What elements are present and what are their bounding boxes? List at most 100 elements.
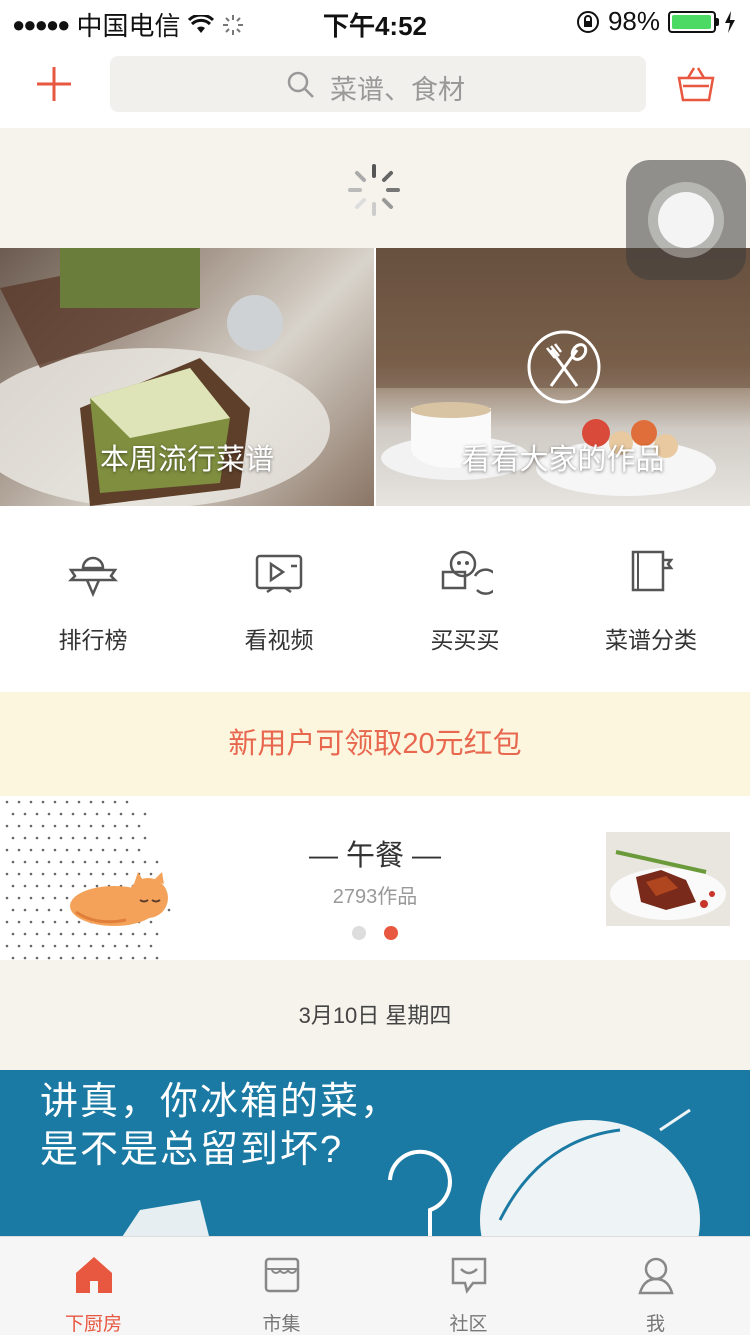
quick-item-video[interactable]: 看视频	[186, 546, 372, 655]
status-left: ●●●●● 中国电信	[12, 6, 244, 43]
pattern-dot	[101, 800, 105, 804]
pattern-dot	[101, 944, 105, 948]
article-illustration	[120, 1108, 700, 1240]
pattern-dot	[131, 812, 135, 816]
pattern-dot	[77, 800, 81, 804]
pattern-dot	[17, 920, 21, 924]
pattern-dot	[11, 932, 15, 936]
pattern-dot	[5, 824, 9, 828]
pattern-dot	[23, 956, 27, 960]
pattern-dot	[41, 824, 45, 828]
pattern-dot	[155, 956, 159, 960]
pattern-dot	[125, 824, 129, 828]
pattern-dot	[119, 812, 123, 816]
quick-menu: 排行榜 看视频 买买买 菜谱分类	[0, 506, 750, 692]
pattern-dot	[41, 920, 45, 924]
pattern-dot	[59, 812, 63, 816]
pattern-dot	[95, 812, 99, 816]
pattern-dot	[137, 824, 141, 828]
add-icon[interactable]	[36, 66, 72, 102]
quick-item-label: 菜谱分类	[605, 627, 697, 653]
battery-fill	[672, 14, 712, 29]
pattern-dot	[41, 800, 45, 804]
pattern-dot	[143, 956, 147, 960]
pattern-dot	[119, 956, 123, 960]
pattern-dot	[23, 932, 27, 936]
pattern-dot	[17, 800, 21, 804]
pattern-dot	[11, 956, 15, 960]
pattern-dot	[89, 944, 93, 948]
pattern-dot	[29, 824, 33, 828]
banner-community-works[interactable]: 看看大家的作品	[376, 248, 750, 506]
pattern-dot	[29, 944, 33, 948]
tab-community[interactable]: 社区	[375, 1237, 562, 1335]
battery-percent: 98%	[607, 6, 660, 36]
tab-me[interactable]: 我	[562, 1237, 749, 1335]
basket-icon[interactable]	[676, 66, 716, 102]
user-icon	[638, 1257, 674, 1295]
pattern-dot	[5, 944, 9, 948]
pattern-dot	[89, 800, 93, 804]
pattern-dot	[35, 812, 39, 816]
pattern-dot	[113, 800, 117, 804]
search-icon	[287, 71, 314, 98]
pattern-dot	[35, 932, 39, 936]
pattern-dot	[71, 812, 75, 816]
pattern-dot	[107, 956, 111, 960]
pattern-dot	[35, 908, 39, 912]
video-icon	[255, 554, 303, 594]
pattern-dot	[11, 908, 15, 912]
tab-kitchen[interactable]: 下厨房	[0, 1237, 187, 1335]
pattern-dot	[149, 944, 153, 948]
quick-item-category[interactable]: 菜谱分类	[558, 546, 744, 655]
search-input[interactable]: 菜谱、食材	[110, 56, 646, 112]
meal-card[interactable]: — 午餐 — 2793作品	[0, 796, 750, 960]
pattern-dot	[155, 932, 159, 936]
banner-label: 看看大家的作品	[461, 444, 665, 476]
quick-item-label: 买买买	[430, 627, 500, 653]
banner-weekly-popular[interactable]: 本周流行菜谱	[0, 248, 374, 506]
pattern-dot	[47, 956, 51, 960]
tab-market[interactable]: 市集	[188, 1237, 375, 1335]
quick-item-shopping[interactable]: 买买买	[372, 546, 558, 655]
ranking-icon	[67, 556, 119, 598]
charging-icon	[725, 10, 735, 33]
pattern-dot	[5, 800, 9, 804]
assistive-touch-button[interactable]	[626, 160, 746, 280]
category-icon	[631, 550, 674, 592]
pattern-dot	[107, 812, 111, 816]
pattern-dot	[53, 824, 57, 828]
pattern-dot	[29, 920, 33, 924]
pattern-dot	[17, 944, 21, 948]
pattern-dot	[65, 944, 69, 948]
banner-label: 本周流行菜谱	[99, 444, 274, 476]
carousel-dot-active[interactable]	[384, 926, 398, 940]
quick-item-ranking[interactable]: 排行榜	[0, 546, 186, 655]
fork-spoon-icon	[527, 330, 601, 404]
pattern-dot	[95, 932, 99, 936]
pattern-dot	[101, 824, 105, 828]
assistive-touch-core	[658, 192, 714, 248]
tab-label: 社区	[449, 1314, 488, 1335]
pattern-dot	[41, 944, 45, 948]
signal-icon: ●●●●●	[12, 11, 70, 37]
pattern-dot	[71, 932, 75, 936]
carousel-dot[interactable]	[352, 926, 366, 940]
status-bar: 下午4:52 ●●●●● 中国电信 98%	[0, 0, 750, 43]
meal-thumbnail[interactable]	[606, 832, 730, 926]
pattern-dot	[143, 812, 147, 816]
pattern-dot	[59, 908, 63, 912]
pattern-dot	[17, 824, 21, 828]
article-card[interactable]: 讲真，你冰箱的菜， 是不是总留到坏?	[0, 1070, 750, 1240]
pattern-dot	[59, 932, 63, 936]
pattern-dot	[29, 800, 33, 804]
rotation-lock-icon	[576, 10, 599, 33]
status-right: 98%	[576, 6, 736, 37]
pattern-dot	[89, 824, 93, 828]
tab-bar: 下厨房 市集 社区 我	[0, 1236, 750, 1335]
pattern-dot	[53, 800, 57, 804]
battery-icon	[668, 10, 719, 33]
pattern-dot	[83, 956, 87, 960]
pattern-dot	[113, 944, 117, 948]
promo-banner[interactable]: 新用户可领取20元红包	[0, 692, 750, 796]
